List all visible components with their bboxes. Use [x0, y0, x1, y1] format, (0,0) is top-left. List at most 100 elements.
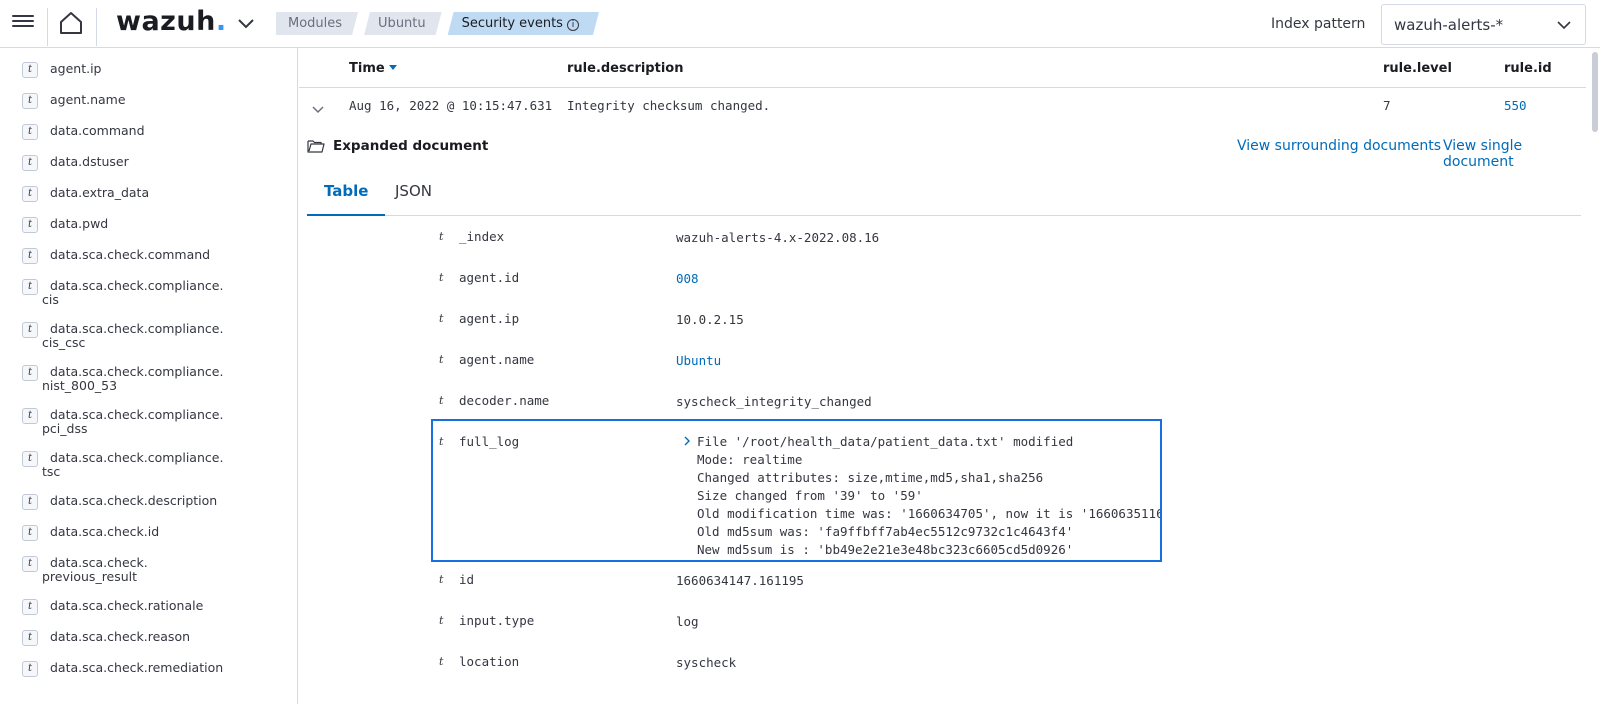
row-level: 7: [1383, 98, 1391, 113]
folder-open-icon: [307, 140, 325, 153]
field-key: location: [459, 654, 520, 669]
field-value: 1660634147.161195: [676, 573, 804, 588]
breadcrumb-modules[interactable]: Modules: [276, 12, 358, 35]
string-type-icon: t: [439, 312, 444, 325]
sidebar-field-name-continued: cis: [42, 292, 59, 307]
string-type-icon: t: [439, 614, 444, 627]
string-type-icon: t: [22, 630, 38, 646]
column-rule-id[interactable]: rule.id: [1504, 61, 1552, 76]
field-value: 10.0.2.15: [676, 312, 744, 327]
sidebar-field-name: data.sca.check.reason: [50, 629, 191, 644]
string-type-icon: t: [22, 408, 38, 424]
full-log-line: Mode: realtime: [697, 452, 803, 467]
sidebar-field-item[interactable]: t data.pwd: [0, 217, 290, 233]
column-time[interactable]: Time: [349, 61, 397, 76]
hamburger-menu-icon[interactable]: [12, 12, 34, 34]
sidebar-field-item[interactable]: t data.sca.check.command: [0, 248, 290, 264]
document-field-row: t agent.name Ubuntu: [299, 341, 1586, 381]
table-row[interactable]: Aug 16, 2022 @ 10:15:47.631 Integrity ch…: [299, 88, 1586, 128]
document-field-row: t agent.id 008: [299, 259, 1586, 299]
breadcrumb-ubuntu[interactable]: Ubuntu: [364, 12, 442, 35]
sort-desc-icon[interactable]: [388, 65, 397, 70]
sidebar-field-item[interactable]: t agent.name: [0, 92, 290, 109]
document-field-row: t id 1660634147.161195: [299, 561, 1586, 601]
sidebar-field-item[interactable]: t data.sca.check.remediation: [0, 661, 290, 677]
sidebar-field-item[interactable]: t data.dstuser: [0, 154, 290, 171]
sidebar-field-name: data.sca.check.description: [50, 493, 218, 508]
column-rule-description[interactable]: rule.description: [567, 61, 683, 76]
full-log-line: Size changed from '39' to '59': [697, 488, 923, 503]
tab-table[interactable]: Table: [307, 178, 386, 216]
sidebar-field-name-continued: previous_result: [42, 569, 138, 584]
field-list-sidebar: t agent.ip t agent.name t data.command t data.d…: [0, 48, 298, 704]
sidebar-field-name: agent.name: [50, 92, 126, 107]
field-value[interactable]: 008: [676, 271, 699, 286]
index-pattern-select[interactable]: wazuh-alerts-*: [1381, 4, 1586, 45]
info-icon[interactable]: i: [567, 19, 579, 31]
document-field-row: t decoder.name syscheck_integrity_changed: [299, 382, 1586, 422]
breadcrumb-security-events: Security events i: [448, 12, 599, 35]
sidebar-field-item[interactable]: t data.sca.check.compliance. cis: [0, 279, 290, 307]
field-value: syscheck: [676, 655, 737, 670]
string-type-icon: t: [22, 217, 38, 233]
sidebar-field-name: agent.ip: [50, 61, 102, 76]
sidebar-field-item[interactable]: t data.sca.check.compliance. pci_dss: [0, 408, 290, 436]
scrollbar[interactable]: [1592, 52, 1598, 132]
field-value: syscheck_integrity_changed: [676, 394, 872, 409]
view-surrounding-documents-link[interactable]: View surrounding documents: [1237, 138, 1441, 154]
document-field-row: t location syscheck: [299, 643, 1586, 683]
string-type-icon: t: [22, 661, 38, 677]
full-log-field-row: t full_log File '/root/health_data/patient…: [431, 419, 1162, 562]
sidebar-field-item[interactable]: t data.command: [0, 123, 290, 140]
document-field-row: t agent.ip 10.0.2.15: [299, 300, 1586, 340]
field-key: id: [459, 572, 475, 587]
string-type-icon: t: [439, 394, 444, 407]
column-rule-level[interactable]: rule.level: [1383, 61, 1452, 76]
sidebar-field-item[interactable]: t data.sca.check.compliance. cis_csc: [0, 322, 290, 350]
sidebar-field-item[interactable]: t data.sca.check.rationale: [0, 598, 290, 615]
sidebar-field-item[interactable]: t data.sca.check.compliance. nist_800_53: [0, 365, 290, 393]
string-type-icon: t: [439, 271, 444, 284]
table-header: Time rule.description rule.level rule.id: [299, 48, 1586, 88]
string-type-icon: t: [439, 230, 444, 243]
sidebar-field-name: data.sca.check.compliance.: [50, 321, 224, 336]
string-type-icon: t: [439, 655, 444, 668]
sidebar-field-name: data.sca.check.compliance.: [50, 407, 224, 422]
breadcrumb: Modules Ubuntu Security events i: [276, 12, 605, 35]
chevron-down-icon: [1557, 21, 1571, 30]
sidebar-field-name: data.sca.check.id: [50, 524, 160, 539]
expanded-document-title: Expanded document: [333, 138, 489, 154]
string-type-icon: t: [22, 279, 38, 295]
string-type-icon: t: [22, 599, 38, 615]
sidebar-field-name-continued: cis_csc: [42, 335, 86, 350]
sidebar-field-item[interactable]: t data.sca.check.reason: [0, 629, 290, 646]
string-type-icon: t: [439, 435, 444, 448]
row-rule-id-link[interactable]: 550: [1504, 98, 1527, 113]
field-value: log: [676, 614, 699, 629]
sidebar-field-item[interactable]: t data.sca.check.id: [0, 524, 290, 541]
document-panel: Time rule.description rule.level rule.id…: [299, 48, 1586, 704]
document-tabs: Table JSON: [307, 178, 1581, 216]
sidebar-field-name-continued: nist_800_53: [42, 378, 118, 393]
field-value: wazuh-alerts-4.x-2022.08.16: [676, 230, 880, 245]
sidebar-field-item[interactable]: t agent.ip: [0, 61, 290, 78]
string-type-icon: t: [22, 62, 38, 78]
chevron-down-icon[interactable]: [236, 14, 256, 34]
sidebar-field-name: data.command: [50, 123, 145, 138]
wazuh-logo[interactable]: wazuh.: [116, 6, 227, 37]
string-type-icon: t: [439, 573, 444, 586]
view-single-document-link[interactable]: View single document: [1443, 138, 1586, 170]
tab-json[interactable]: JSON: [378, 178, 449, 216]
field-value[interactable]: Ubuntu: [676, 353, 721, 368]
sidebar-field-name: data.sca.check.rationale: [50, 598, 204, 613]
sidebar-field-item[interactable]: t data.sca.check.compliance. tsc: [0, 451, 290, 479]
sidebar-field-item[interactable]: t data.extra_data: [0, 186, 290, 202]
chevron-right-icon[interactable]: [681, 434, 693, 448]
sidebar-field-name: data.dstuser: [50, 154, 129, 169]
sidebar-field-name: data.sca.check.compliance.: [50, 364, 224, 379]
home-icon[interactable]: [58, 10, 84, 36]
sidebar-field-item[interactable]: t data.sca.check.description: [0, 493, 290, 510]
sidebar-field-item[interactable]: t data.sca.check. previous_result: [0, 556, 290, 584]
chevron-down-icon[interactable]: [311, 102, 325, 116]
sidebar-field-name: data.sca.check.compliance.: [50, 450, 224, 465]
